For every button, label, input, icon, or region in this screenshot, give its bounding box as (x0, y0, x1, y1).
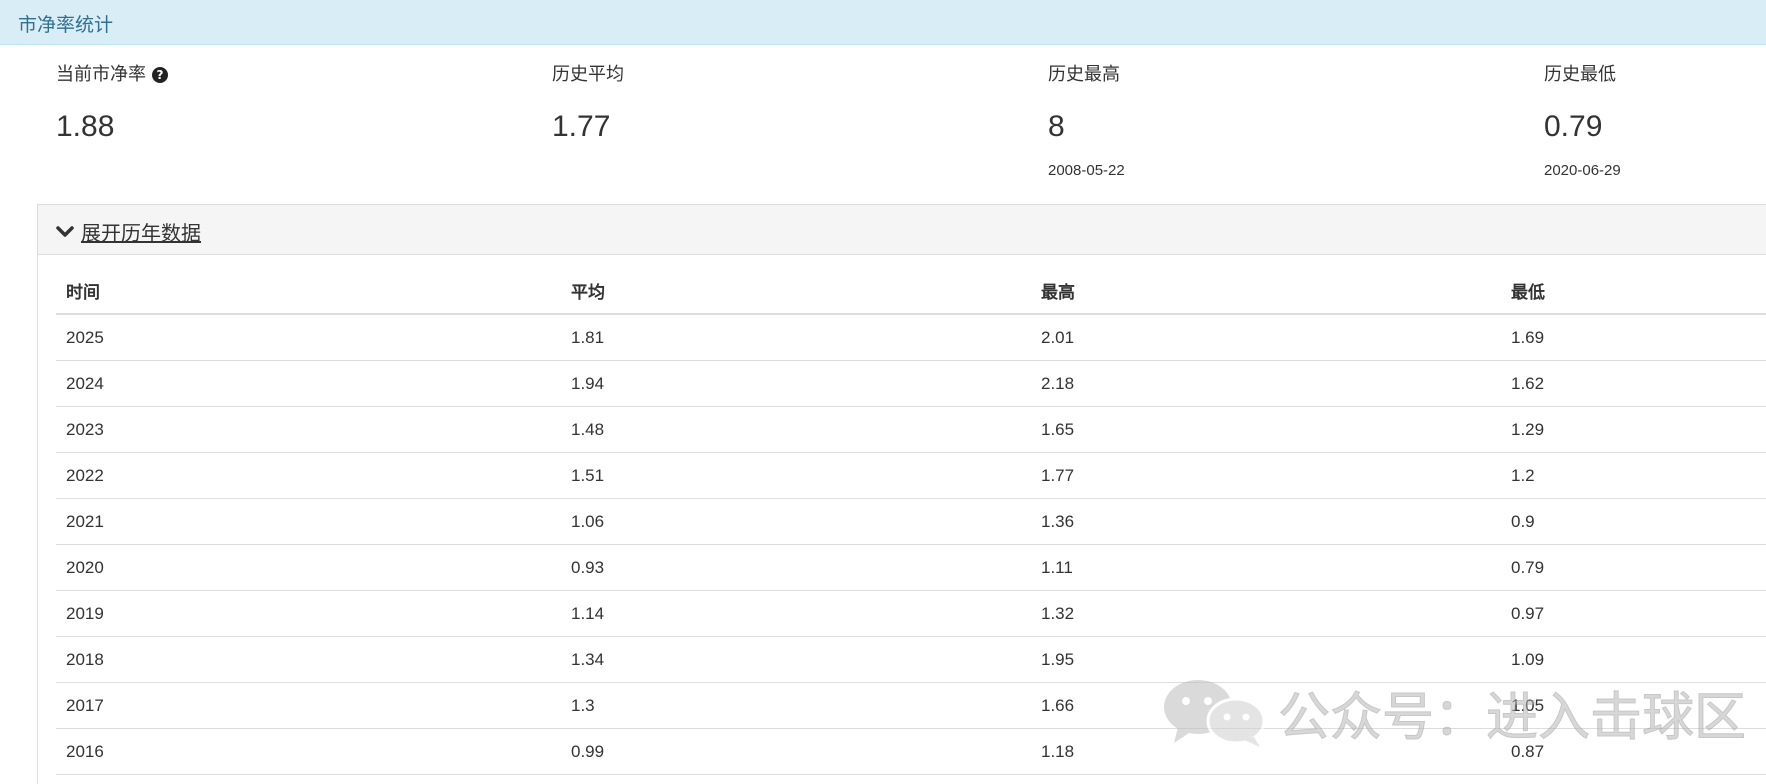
stat-label: 当前市净率 (56, 64, 146, 85)
table-header-row: 时间 平均 最高 最低 (56, 268, 1766, 315)
cell-year: 2022 (56, 452, 561, 499)
cell-average: 1.06 (561, 498, 1031, 545)
cell-low: 1.69 (1501, 314, 1766, 361)
stat-value: 8 (1048, 110, 1065, 143)
cell-average: 1.81 (561, 314, 1031, 361)
stat-label: 历史最低 (1544, 64, 1616, 85)
expand-history-label: 展开历年数据 (81, 221, 201, 245)
cell-high: 2.18 (1031, 360, 1501, 407)
stat-value: 1.88 (56, 110, 115, 143)
table-row: 2021 1.06 1.36 0.9 (56, 498, 1766, 545)
cell-average: 1.94 (561, 360, 1031, 407)
table-row: 2024 1.94 2.18 1.62 (56, 360, 1766, 407)
cell-high: 1.32 (1031, 590, 1501, 637)
cell-year: 2025 (56, 314, 561, 361)
cell-year: 2017 (56, 682, 561, 729)
cell-average: 1.14 (561, 590, 1031, 637)
cell-low: 0.79 (1501, 544, 1766, 591)
cell-high: 2.01 (1031, 314, 1501, 361)
stat-current-pb: 当前市净率 ? 1.88 (56, 62, 168, 143)
cell-low: 1.2 (1501, 452, 1766, 499)
cell-year: 2021 (56, 498, 561, 545)
column-header-average: 平均 (561, 268, 1031, 315)
expand-history-toggle[interactable]: 展开历年数据 (55, 217, 201, 246)
cell-high: 1.77 (1031, 452, 1501, 499)
pb-statistics-page: 市净率统计 当前市净率 ? 1.88 历史平均 1.77 历史最高 8 2008… (0, 0, 1766, 784)
column-header-high: 最高 (1031, 268, 1501, 315)
cell-high: 1.11 (1031, 544, 1501, 591)
cell-average: 1.3 (561, 682, 1031, 729)
table-row: 2022 1.51 1.77 1.2 (56, 452, 1766, 499)
stat-value: 1.77 (552, 110, 611, 143)
stat-label: 历史平均 (552, 64, 624, 85)
stat-date: 2020-06-29 (1544, 162, 1621, 179)
table-row: 2023 1.48 1.65 1.29 (56, 406, 1766, 453)
cell-year: 2020 (56, 544, 561, 591)
question-circle-icon[interactable]: ? (152, 67, 168, 83)
column-header-low: 最低 (1501, 268, 1766, 315)
cell-high: 1.36 (1031, 498, 1501, 545)
wechat-icon (1164, 680, 1266, 747)
stat-value: 0.79 (1544, 110, 1603, 143)
panel-heading: 市净率统计 (0, 0, 1766, 45)
cell-year: 2019 (56, 590, 561, 637)
stat-label-wrap: 当前市净率 ? (56, 62, 168, 88)
cell-average: 1.48 (561, 406, 1031, 453)
cell-year: 2024 (56, 360, 561, 407)
cell-low: 1.62 (1501, 360, 1766, 407)
history-panel-heading: 展开历年数据 (38, 205, 1766, 255)
chevron-down-icon (56, 225, 74, 237)
stat-history-low: 历史最低 0.79 2020-06-29 (1544, 62, 1621, 179)
column-header-time: 时间 (56, 268, 561, 315)
cell-average: 1.51 (561, 452, 1031, 499)
table-row: 2020 0.93 1.11 0.79 (56, 544, 1766, 591)
panel-title: 市净率统计 (18, 14, 114, 36)
cell-year: 2016 (56, 728, 561, 775)
stat-label: 历史最高 (1048, 64, 1120, 85)
cell-year: 2018 (56, 636, 561, 683)
cell-year: 2023 (56, 406, 561, 453)
table-row: 2025 1.81 2.01 1.69 (56, 314, 1766, 361)
cell-average: 0.93 (561, 544, 1031, 591)
table-row: 2019 1.14 1.32 0.97 (56, 590, 1766, 637)
cell-high: 1.65 (1031, 406, 1501, 453)
cell-low: 0.97 (1501, 590, 1766, 637)
cell-average: 1.34 (561, 636, 1031, 683)
stat-history-average: 历史平均 1.77 (552, 62, 624, 143)
cell-low: 1.29 (1501, 406, 1766, 453)
cell-low: 0.9 (1501, 498, 1766, 545)
stat-history-high: 历史最高 8 2008-05-22 (1048, 62, 1125, 179)
stat-date: 2008-05-22 (1048, 162, 1125, 179)
watermark-text: 公众号：进入击球区 (1277, 687, 1747, 748)
cell-average: 0.99 (561, 728, 1031, 775)
watermark: 公众号：进入击球区 (1160, 672, 1747, 752)
